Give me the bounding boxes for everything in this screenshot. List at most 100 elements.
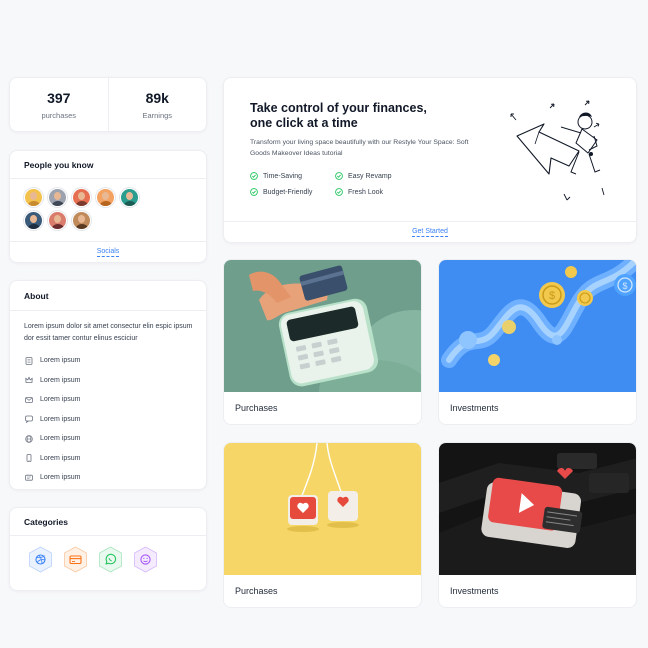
about-item[interactable]: Lorem ipsum [25,429,80,449]
coins-wave-image: $ $ [439,260,636,392]
about-item-label: Lorem ipsum [40,435,81,443]
tile-label: Investments [450,586,499,596]
feature-item: Fresh Look [335,188,383,196]
tile-label: Purchases [235,586,278,596]
whatsapp-icon [99,546,122,573]
about-item[interactable]: Lorem ipsum [25,371,80,391]
categories-title: Categories [10,508,206,536]
feature-label: Budget-Friendly [263,188,313,196]
about-item-label: Lorem ipsum [40,357,81,365]
about-item-label: Lorem ipsum [40,454,81,462]
hero-illustration [510,100,605,201]
people-title: People you know [10,151,206,179]
card-reader-image [224,260,421,392]
smile-icon [134,546,157,573]
people-footer: Socials [10,241,206,263]
hearts-image [224,443,421,575]
about-item[interactable]: Lorem ipsum [25,410,80,430]
check-circle-icon [335,172,343,180]
avatar-body [51,224,65,229]
about-description: Lorem ipsum dolor sit amet consectur eli… [24,323,193,342]
avatar[interactable] [24,188,43,207]
stat-label: purchases [41,110,77,120]
tile-investments-coins[interactable]: $ $ Investments [438,259,637,425]
play-device-image [439,443,636,575]
tile-purchases-card-reader[interactable]: Purchases [223,259,422,425]
avatar-body [75,201,89,206]
avatar-head [54,215,61,223]
avatar-head [102,192,109,200]
feature-label: Fresh Look [348,188,384,196]
feature-item: Time-Saving [250,172,302,180]
check-circle-icon [250,172,258,180]
about-item-label: Lorem ipsum [40,396,81,404]
check-circle-icon [335,188,343,196]
avatar-head [54,192,61,200]
feature-label: Time-Saving [263,172,303,180]
socials-link[interactable]: Socials [96,248,120,257]
about-list: Lorem ipsum Lorem ipsum Lorem ipsum Lore… [25,351,80,488]
phone-icon [26,454,32,463]
hero-subtitle: Transform your living space beautifully … [250,139,469,157]
tile-purchases-hearts[interactable]: Purchases [223,442,422,608]
feature-item: Easy Revamp [335,172,392,180]
avatar[interactable] [48,188,67,207]
hero-title: Take control of your finances, one click… [250,101,427,130]
avatar-head [30,192,37,200]
get-started-link[interactable]: Get Started [412,228,448,237]
crown-icon [25,377,33,384]
avatar-body [27,224,41,229]
feature-label: Easy Revamp [348,172,392,180]
hero-card: Take control of your finances, one click… [223,77,637,243]
about-item[interactable]: Lorem ipsum [25,390,80,410]
avatar-body [123,201,137,206]
check-circle-icon [250,188,258,196]
tile-label: Investments [450,403,499,413]
about-item[interactable]: Lorem ipsum [25,468,80,488]
building-icon [25,356,33,365]
avatar-body [75,224,89,229]
stats-card: 397 purchases 89k Earnings [9,77,207,132]
about-title: About [10,281,206,311]
category-smile[interactable] [133,546,158,573]
avatar[interactable] [24,211,43,230]
message-icon [25,474,33,481]
tile-investments-play[interactable]: Investments [438,442,637,608]
avatar[interactable] [120,188,139,207]
avatar-head [78,215,85,223]
tile-label: Purchases [235,403,278,413]
about-item-label: Lorem ipsum [40,415,81,423]
avatar[interactable] [72,188,91,207]
category-card[interactable] [63,546,88,573]
avatar[interactable] [48,211,67,230]
hero-footer: Get Started [224,221,636,243]
about-item[interactable]: Lorem ipsum [25,449,80,469]
stat-value: 397 [47,89,71,106]
avatar-head [78,192,85,200]
avatar[interactable] [72,211,91,230]
chat-icon [25,415,33,424]
avatar[interactable] [96,188,115,207]
svg-text:$: $ [622,281,627,291]
stat-value: 89k [145,89,169,106]
globe-icon [25,435,33,443]
about-item[interactable]: Lorem ipsum [25,351,80,371]
dribbble-icon [29,546,52,573]
feature-item: Budget-Friendly [250,188,312,196]
card-icon [64,546,87,573]
category-whatsapp[interactable] [98,546,123,573]
about-card: About Lorem ipsum dolor sit amet consect… [9,280,207,490]
avatar-head [126,192,133,200]
mail-icon [25,396,33,403]
category-dribbble[interactable] [28,546,53,573]
avatar-group [24,188,144,230]
avatar-body [51,201,65,206]
about-item-label: Lorem ipsum [40,376,81,384]
categories-card: Categories [9,507,207,591]
stat-purchases: 397 purchases [10,78,108,131]
stat-label: Earnings [142,110,173,120]
about-item-label: Lorem ipsum [40,474,81,482]
svg-text:$: $ [549,290,555,302]
avatar-head [30,215,37,223]
category-list [28,546,158,573]
